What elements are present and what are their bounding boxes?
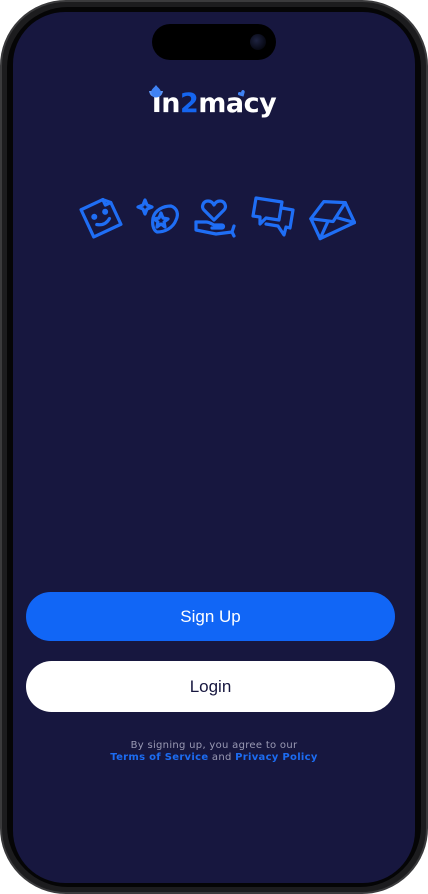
logo-wordmark: In2macy [148,85,277,122]
sparkle-star-icon [136,198,179,234]
terms-links-line: Terms of Service and Privacy Policy [13,752,415,764]
heart-hand-icon [194,199,236,238]
app-logo: In2macy [13,85,415,122]
flame-icon [148,85,163,98]
terms-prefix: By signing up, you agree to our [130,740,298,751]
login-button[interactable]: Login [26,661,395,712]
dynamic-island [152,24,276,60]
sticker-smile-icon [79,198,123,239]
terms-of-service-link[interactable]: Terms of Service [110,752,208,763]
privacy-policy-link[interactable]: Privacy Policy [235,752,318,763]
terms-notice: By signing up, you agree to our Terms of… [13,740,415,764]
chat-bubbles-icon [251,196,295,237]
camera-icon [250,34,266,50]
terms-conjunction: and [211,752,232,763]
signup-button[interactable]: Sign Up [26,592,395,641]
app-screen: In2macy Sign Up Login By signing up, you… [13,12,415,883]
logo-number: 2 [180,88,199,119]
heart-icon [238,90,245,97]
feature-icons-row [76,192,358,242]
envelope-icon [309,199,356,241]
